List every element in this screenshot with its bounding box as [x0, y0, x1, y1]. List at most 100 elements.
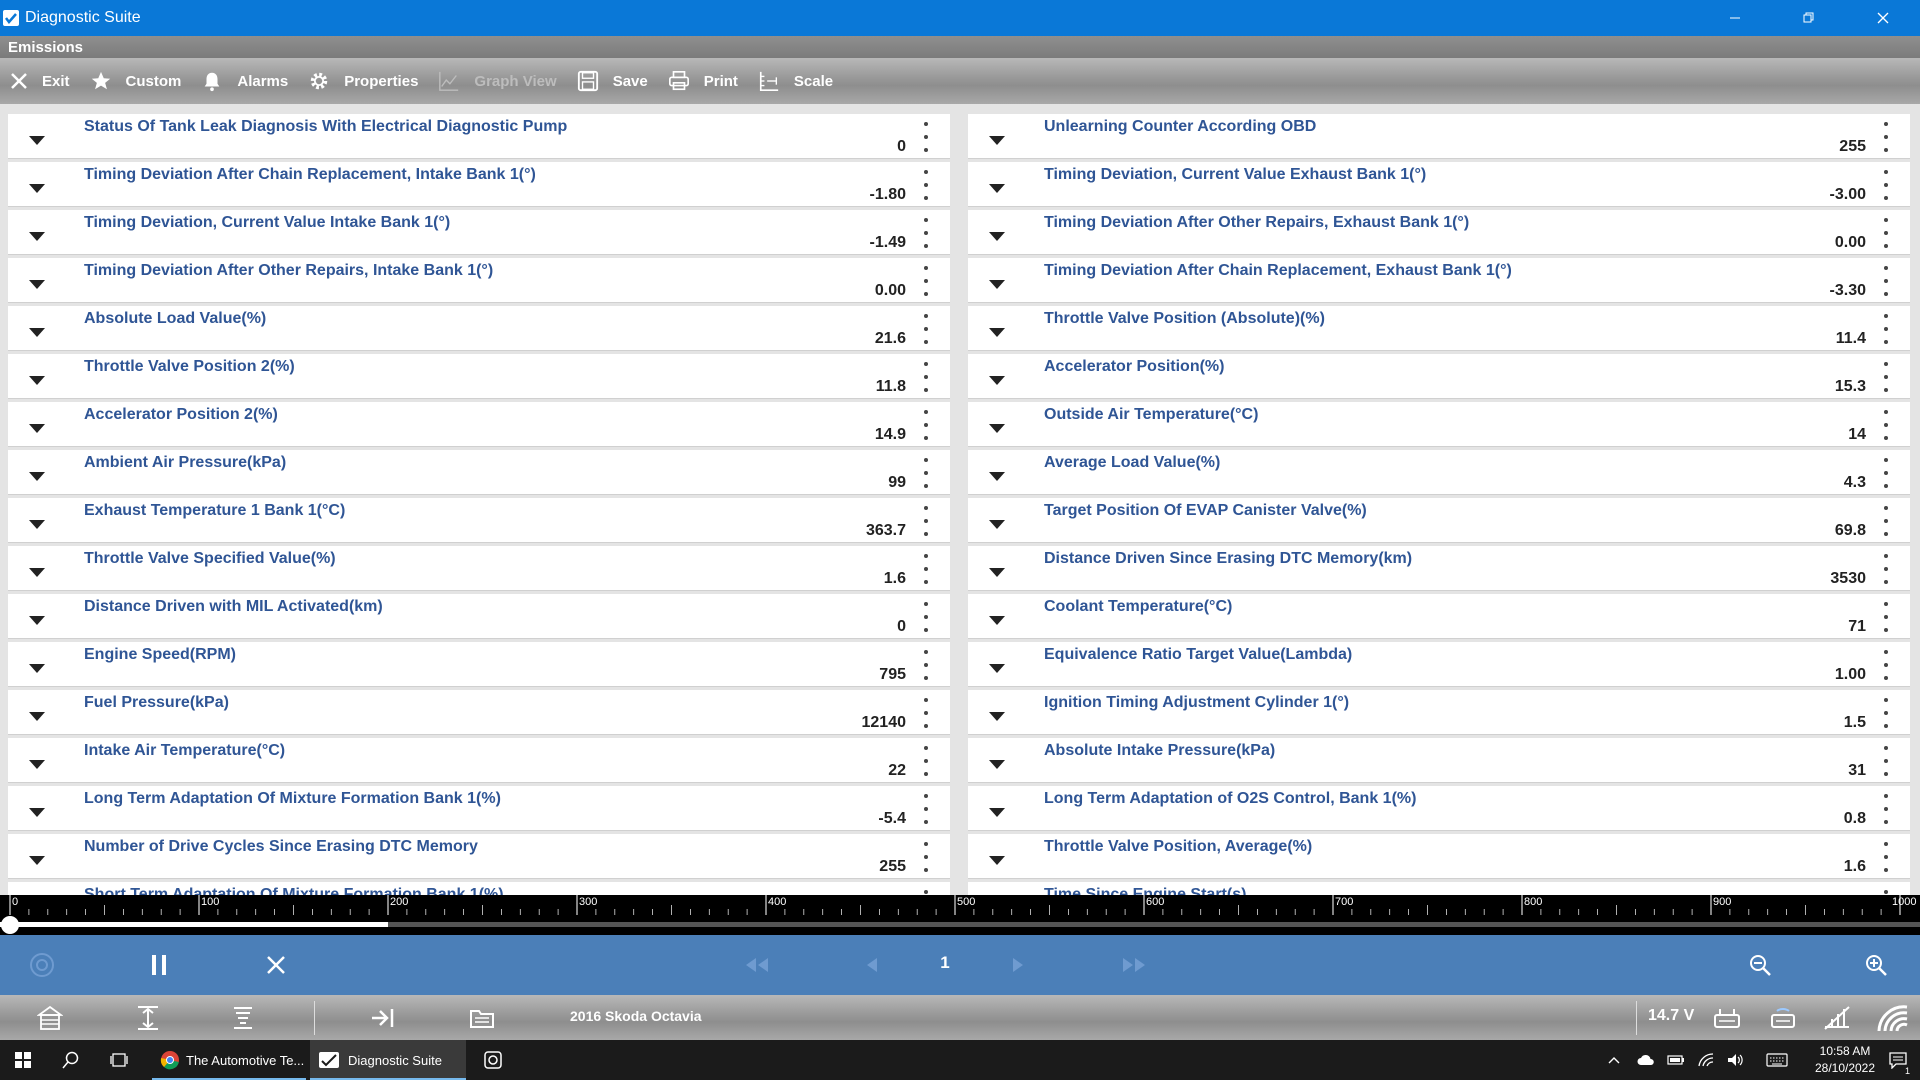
more-options-icon[interactable]: [918, 650, 934, 680]
expand-graph-caret-icon[interactable]: [22, 752, 52, 776]
parameter-list[interactable]: Status Of Tank Leak Diagnosis With Elect…: [0, 104, 1920, 895]
show-hidden-icons-button[interactable]: [1600, 1040, 1628, 1080]
timeline-scrubber[interactable]: 0 100 200 300 400 500 600 700 800 900 1000: [0, 895, 1920, 935]
expand-graph-caret-icon[interactable]: [982, 656, 1012, 680]
parameter-row[interactable]: Exhaust Temperature 1 Bank 1(°C) 363.7: [8, 498, 950, 542]
expand-graph-caret-icon[interactable]: [982, 704, 1012, 728]
expand-graph-caret-icon[interactable]: [22, 512, 52, 536]
parameter-row[interactable]: Ambient Air Pressure(kPa) 99: [8, 450, 950, 494]
save-button[interactable]: Save: [567, 58, 658, 104]
more-options-icon[interactable]: [918, 218, 934, 248]
transfer-button[interactable]: [364, 1003, 404, 1033]
close-window-button[interactable]: [1846, 0, 1920, 36]
expand-graph-caret-icon[interactable]: [22, 560, 52, 584]
graph-view-button[interactable]: Graph View: [428, 58, 566, 104]
custom-button[interactable]: Custom: [80, 58, 192, 104]
taskbar-diagnostic-app[interactable]: Diagnostic Suite: [310, 1040, 466, 1080]
expand-graph-caret-icon[interactable]: [982, 848, 1012, 872]
parameter-row[interactable]: Accelerator Position 2(%) 14.9: [8, 402, 950, 446]
minimize-button[interactable]: [1698, 0, 1772, 36]
alarms-button[interactable]: Alarms: [191, 58, 298, 104]
parameter-row[interactable]: Long Term Adaptation of O2S Control, Ban…: [968, 786, 1910, 830]
expand-graph-caret-icon[interactable]: [22, 416, 52, 440]
vci-status-icon-button[interactable]: [1707, 1003, 1747, 1033]
more-options-icon[interactable]: [1878, 122, 1894, 152]
more-options-icon[interactable]: [1878, 266, 1894, 296]
more-options-icon[interactable]: [1878, 170, 1894, 200]
battery-tray-icon[interactable]: [1662, 1040, 1690, 1080]
volume-tray-icon[interactable]: [1722, 1040, 1750, 1080]
last-page-button[interactable]: [1114, 949, 1154, 981]
folder-button[interactable]: [462, 1003, 502, 1033]
more-options-icon[interactable]: [918, 602, 934, 632]
parameter-row[interactable]: Timing Deviation, Current Value Intake B…: [8, 210, 950, 254]
parameter-row[interactable]: Timing Deviation, Current Value Exhaust …: [968, 162, 1910, 206]
zoom-out-button[interactable]: [1740, 949, 1780, 981]
expand-graph-caret-icon[interactable]: [22, 704, 52, 728]
first-page-button[interactable]: [737, 949, 777, 981]
parameter-row[interactable]: Throttle Valve Position 2(%) 11.8: [8, 354, 950, 398]
parameter-row[interactable]: Status Of Tank Leak Diagnosis With Elect…: [8, 114, 950, 158]
more-options-icon[interactable]: [918, 458, 934, 488]
network-tray-icon[interactable]: [1692, 1040, 1720, 1080]
parameter-row[interactable]: Number of Drive Cycles Since Erasing DTC…: [8, 834, 950, 878]
parameter-row[interactable]: Target Position Of EVAP Canister Valve(%…: [968, 498, 1910, 542]
parameter-row[interactable]: Distance Driven Since Erasing DTC Memory…: [968, 546, 1910, 590]
expand-graph-caret-icon[interactable]: [982, 320, 1012, 344]
more-options-icon[interactable]: [918, 170, 934, 200]
expand-graph-caret-icon[interactable]: [982, 752, 1012, 776]
keyboard-tray-icon[interactable]: [1758, 1040, 1796, 1080]
expand-graph-caret-icon[interactable]: [982, 368, 1012, 392]
system-clock[interactable]: 10:58 AM 28/10/2022: [1812, 1043, 1878, 1077]
collapse-list-button[interactable]: [223, 1003, 263, 1033]
expand-graph-caret-icon[interactable]: [982, 128, 1012, 152]
expand-graph-caret-icon[interactable]: [982, 272, 1012, 296]
expand-graph-caret-icon[interactable]: [22, 272, 52, 296]
expand-graph-caret-icon[interactable]: [982, 416, 1012, 440]
snapshot-button[interactable]: [22, 949, 62, 981]
more-options-icon[interactable]: [1878, 842, 1894, 872]
onedrive-tray-icon[interactable]: [1632, 1040, 1660, 1080]
parameter-row[interactable]: Absolute Intake Pressure(kPa) 31: [968, 738, 1910, 782]
exit-button[interactable]: Exit: [0, 58, 80, 104]
more-options-icon[interactable]: [918, 698, 934, 728]
parameter-row[interactable]: Accelerator Position(%) 15.3: [968, 354, 1910, 398]
parameter-row[interactable]: Time Since Engine Start(s): [968, 882, 1910, 895]
parameter-row[interactable]: Distance Driven with MIL Activated(km) 0: [8, 594, 950, 638]
more-options-icon[interactable]: [918, 506, 934, 536]
next-page-button[interactable]: [998, 949, 1038, 981]
more-options-icon[interactable]: [1878, 746, 1894, 776]
timeline-ruler[interactable]: 0 100 200 300 400 500 600 700 800 900 1000: [0, 895, 1920, 935]
expand-graph-caret-icon[interactable]: [22, 656, 52, 680]
parameter-row[interactable]: Timing Deviation After Other Repairs, Ex…: [968, 210, 1910, 254]
more-options-icon[interactable]: [1878, 554, 1894, 584]
parameter-row[interactable]: Intake Air Temperature(°C) 22: [8, 738, 950, 782]
more-options-icon[interactable]: [1878, 602, 1894, 632]
expand-graph-caret-icon[interactable]: [22, 464, 52, 488]
restore-button[interactable]: [1772, 0, 1846, 36]
expand-graph-caret-icon[interactable]: [22, 320, 52, 344]
parameter-row[interactable]: Short Term Adaptation Of Mixture Formati…: [8, 882, 950, 895]
properties-button[interactable]: Properties: [298, 58, 428, 104]
parameter-row[interactable]: Ignition Timing Adjustment Cylinder 1(°)…: [968, 690, 1910, 734]
expand-graph-caret-icon[interactable]: [982, 464, 1012, 488]
notifications-button[interactable]: 1: [1880, 1040, 1916, 1080]
more-options-icon[interactable]: [1878, 794, 1894, 824]
parameter-row[interactable]: Timing Deviation After Chain Replacement…: [968, 258, 1910, 302]
more-options-icon[interactable]: [918, 266, 934, 296]
more-options-icon[interactable]: [1878, 506, 1894, 536]
more-options-icon[interactable]: [1878, 698, 1894, 728]
connection-status-button[interactable]: [1763, 1003, 1803, 1033]
parameter-row[interactable]: Absolute Load Value(%) 21.6: [8, 306, 950, 350]
parameter-row[interactable]: Engine Speed(RPM) 795: [8, 642, 950, 686]
parameter-row[interactable]: Timing Deviation After Other Repairs, In…: [8, 258, 950, 302]
parameter-row[interactable]: Outside Air Temperature(°C) 14: [968, 402, 1910, 446]
expand-graph-caret-icon[interactable]: [982, 224, 1012, 248]
parameter-row[interactable]: Throttle Valve Position (Absolute)(%) 11.…: [968, 306, 1910, 350]
expand-graph-caret-icon[interactable]: [982, 608, 1012, 632]
more-options-icon[interactable]: [1878, 314, 1894, 344]
expand-graph-caret-icon[interactable]: [22, 176, 52, 200]
expand-graph-caret-icon[interactable]: [22, 368, 52, 392]
more-options-icon[interactable]: [1878, 458, 1894, 488]
signal-status-button[interactable]: [1817, 1003, 1857, 1033]
